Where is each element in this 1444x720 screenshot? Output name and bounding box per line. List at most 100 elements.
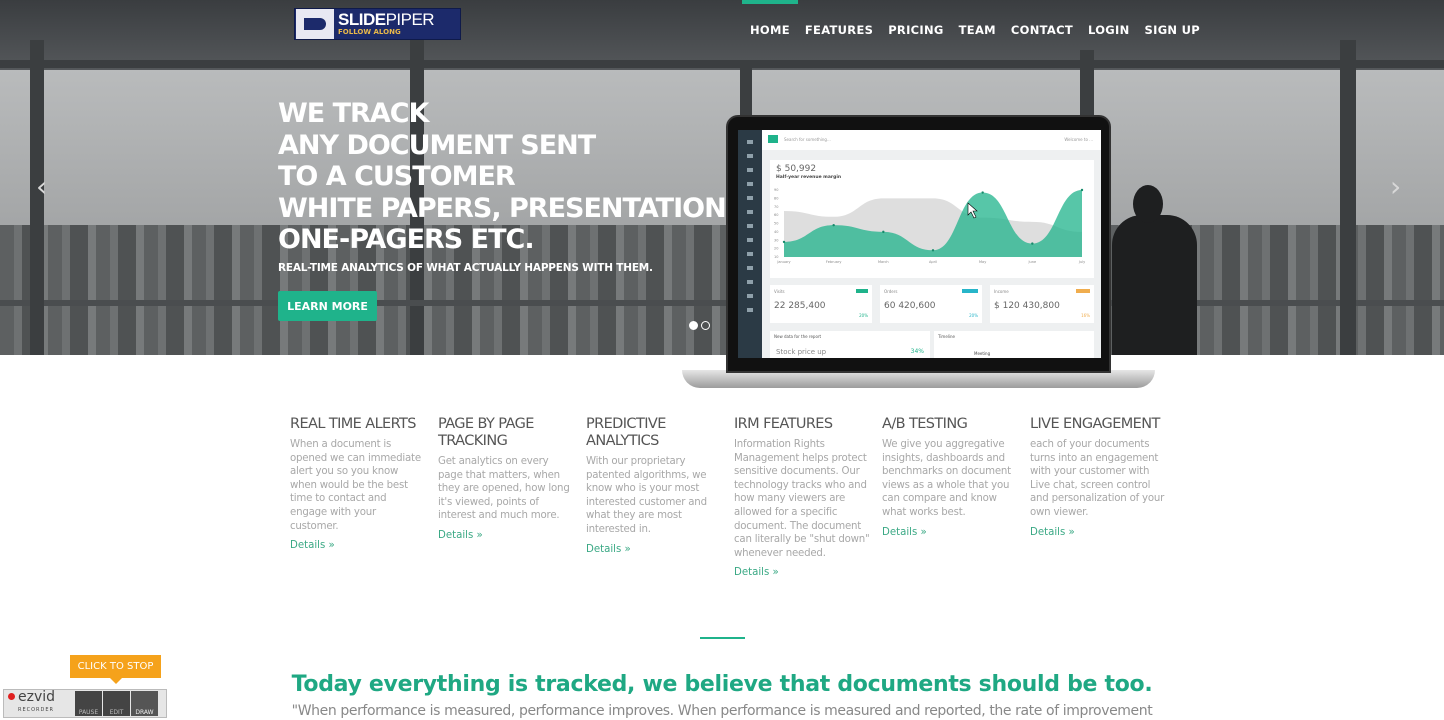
feature-text: Information Rights Management helps prot… [734,439,870,559]
logo-mark-icon [296,9,334,39]
details-link[interactable]: Details » [1030,527,1166,538]
person-head [1133,185,1163,223]
y-tick-label: 10 [774,255,778,259]
dashboard-welcome: Welcome to ... [1064,137,1093,142]
logo-tagline: FOLLOW ALONG [338,28,401,36]
draw-button[interactable]: DRAW [131,691,158,716]
details-link[interactable]: Details » [290,540,426,551]
ezvid-logo: ezvid RECORDER [18,690,74,717]
headline-line: TO A CUSTOMER [278,161,516,192]
nav-sign-up[interactable]: SIGN UP [1145,23,1201,37]
main-nav: HOME FEATURES PRICING TEAM CONTACT LOGIN… [742,0,1215,37]
timeline-panel: Timeline Meeting [934,331,1094,358]
feature-text: We give you aggregative insights, dashbo… [882,439,1011,518]
feature-ab-testing: A/B TESTING We give you aggregative insig… [882,416,1030,578]
hero-subtitle: REAL-TIME ANALYTICS OF WHAT ACTUALLY HAP… [278,262,653,274]
y-tick-label: 60 [774,213,778,217]
nav-team[interactable]: TEAM [959,23,996,37]
feature-title: PAGE BY PAGE TRACKING [438,416,534,449]
features-section: REAL TIME ALERTS When a document is opene… [290,416,1178,578]
click-to-stop-button[interactable]: CLICK TO STOP [70,655,161,684]
x-tick-label: January [776,260,790,264]
x-tick-label: April [929,260,937,264]
stock-pct: 34% [910,348,924,355]
data-point [782,240,786,244]
y-tick-label: 70 [774,205,778,209]
hero-headline: WE TRACK ANY DOCUMENT SENT TO A CUSTOMER… [278,98,745,256]
nav-features[interactable]: FEATURES [805,23,873,37]
feature-title: REAL TIME ALERTS [290,416,417,432]
y-tick-label: 40 [774,230,778,234]
y-tick-label: 80 [774,196,778,200]
stat-value: 60 420,600 [884,301,936,311]
feature-title: IRM FEATURES [734,416,833,432]
headline-line: ANY DOCUMENT SENT [278,129,596,161]
feature-text: Get analytics on every page that matters… [438,456,570,522]
slidepiper-logo[interactable]: SLIDEPIPER FOLLOW ALONG [294,8,461,40]
details-link[interactable]: Details » [734,567,870,578]
y-tick-label: 50 [774,222,778,226]
x-tick-label: February [826,260,842,264]
feature-page-tracking: PAGE BY PAGE TRACKING Get analytics on ev… [438,416,586,578]
hero-carousel: WE TRACK ANY DOCUMENT SENT TO A CUSTOMER… [0,0,1444,355]
person-silhouette [1112,215,1197,355]
stat-orders: Orders 60 420,600 20% [880,285,982,323]
record-indicator-icon [8,693,15,700]
menu-icon [768,135,778,143]
chevron-left-icon[interactable]: ‹ [36,170,47,203]
timeline-title: Timeline [938,334,956,339]
feature-title: A/B TESTING [882,416,968,432]
data-point [1080,188,1084,192]
feature-title: PREDICTIVE ANALYTICS [586,416,666,449]
quote-text: "When performance is measured, performan… [291,703,1153,719]
dashboard-sidebar [738,130,762,358]
feature-text: With our proprietary patented algorithms… [586,456,707,535]
x-tick-label: June [1028,260,1037,264]
x-tick-label: May [979,260,986,264]
feature-text: each of your documents turns into an eng… [1030,439,1165,518]
laptop-mockup: Search for something... Welcome to ... $… [726,115,1111,373]
feature-title: LIVE ENGAGEMENT [1030,416,1160,432]
stat-pct: 16% [1081,313,1090,318]
stat-badge [1076,289,1090,293]
meeting-item: Meeting [974,351,991,356]
headline-line: WHITE PAPERS, PRESENTATIONS [278,192,745,224]
dashboard-search: Search for something... [784,137,831,142]
data-point [882,230,885,234]
stat-label: Orders [884,289,898,294]
stock-label: Stock price up [776,348,827,356]
nav-pricing[interactable]: PRICING [888,23,943,37]
dashboard-topbar: Search for something... Welcome to ... [762,130,1101,150]
edit-button[interactable]: EDIT [103,691,130,716]
x-tick-label: July [1078,260,1085,264]
details-link[interactable]: Details » [438,530,574,541]
stat-badge [962,289,978,293]
x-tick-label: March [878,260,889,264]
learn-more-button[interactable]: LEARN MORE [278,291,377,321]
nav-contact[interactable]: CONTACT [1011,23,1073,37]
carousel-dot[interactable] [701,321,710,330]
details-link[interactable]: Details » [882,527,1018,538]
tagline-heading: Today everything is tracked, we believe … [291,672,1153,697]
window-beam [0,300,1444,306]
section-divider [700,637,745,639]
headline-line: ONE-PAGERS ETC. [278,224,535,255]
nav-home[interactable]: HOME [742,0,798,37]
feature-predictive-analytics: PREDICTIVE ANALYTICS With our proprietary… [586,416,734,578]
pause-button[interactable]: PAUSE [75,691,102,716]
window-beam [0,60,1444,68]
stat-pct: 20% [969,313,978,318]
window-beam [1340,40,1356,355]
details-link[interactable]: Details » [586,544,722,555]
feature-irm: IRM FEATURES Information Rights Managemen… [734,416,882,578]
headline-line: WE TRACK [278,98,429,129]
stat-pct: 20% [859,313,868,318]
nav-login[interactable]: LOGIN [1088,23,1130,37]
stat-visits: Visits 22 285,400 20% [770,285,872,323]
data-point [931,249,935,252]
chevron-right-icon[interactable]: › [1390,170,1401,203]
stat-value: $ 120 430,800 [994,301,1060,311]
revenue-panel: $ 50,992 Half-year revenue margin Januar… [770,160,1094,278]
carousel-dot[interactable] [689,321,698,330]
ezvid-logo-sub: RECORDER [18,706,55,713]
